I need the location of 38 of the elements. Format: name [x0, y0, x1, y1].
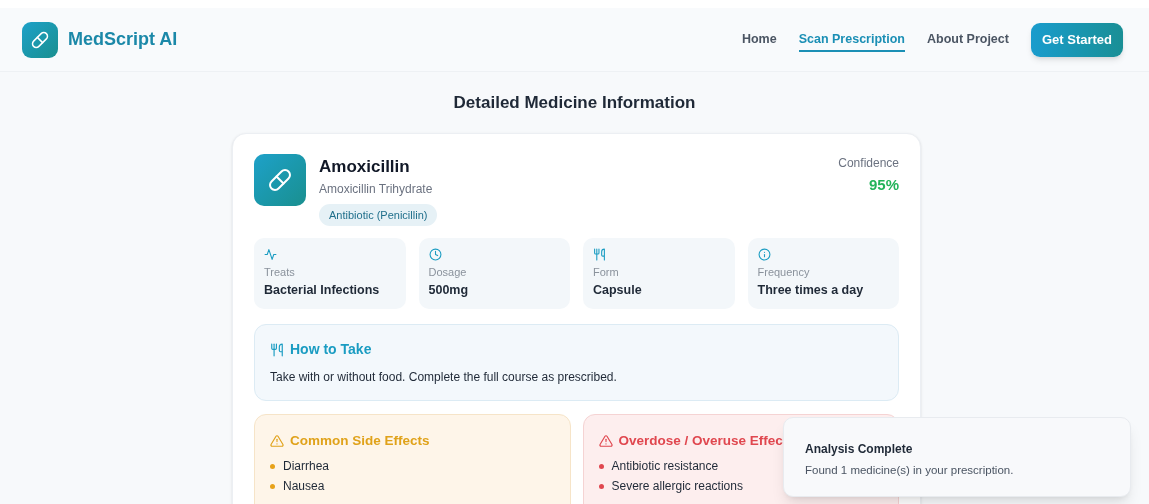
- nav-link[interactable]: Home: [741, 30, 777, 49]
- toast-title: Analysis Complete: [805, 441, 914, 458]
- nav-link[interactable]: Scan Prescription: [798, 30, 905, 52]
- get-started-button[interactable]: Get Started: [1030, 22, 1123, 57]
- panel-title: Common Side Effects: [290, 432, 430, 450]
- stat-label: Form: [593, 265, 619, 280]
- list-item: Nausea: [283, 478, 325, 496]
- stat-value: Three times a day: [757, 281, 864, 299]
- list-item: Antibiotic resistance: [611, 458, 719, 476]
- stat-label: Treats: [264, 265, 295, 280]
- panel-title: Overdose / Overuse Effec: [618, 432, 783, 450]
- brand-name[interactable]: MedScript AI: [68, 26, 178, 53]
- info-icon: [757, 248, 771, 261]
- generic-name: Amoxicillin Trihydrate: [319, 180, 433, 198]
- confidence-label: Confidence: [838, 154, 899, 172]
- stat-label: Frequency: [757, 265, 810, 280]
- stat-label: Dosage: [428, 265, 467, 280]
- category-tag: Antibiotic (Penicillin): [319, 203, 438, 226]
- nav-link[interactable]: About Project: [926, 30, 1009, 49]
- warning-icon: [598, 434, 613, 449]
- stat-value: Capsule: [593, 281, 642, 299]
- medicine-name: Amoxicillin: [319, 155, 410, 178]
- pulse-icon: [264, 248, 277, 261]
- stat-value: Bacterial Infections: [264, 281, 380, 299]
- stat-value: 500mg: [428, 281, 469, 299]
- how-to-take-text: Take with or without food. Complete the full course as prescribed.: [270, 369, 618, 386]
- confidence-value: 95%: [868, 174, 899, 195]
- toast-message: Found 1 medicine(s) in your prescription.: [805, 463, 1015, 478]
- clock-icon: [428, 248, 442, 261]
- how-to-take-title: How to Take: [290, 340, 372, 359]
- list-item: Diarrhea: [283, 458, 330, 476]
- section-heading: Detailed Medicine Information: [452, 92, 697, 114]
- list-item: Severe allergic reactions: [611, 478, 743, 496]
- logo-icon: [22, 21, 58, 58]
- warning-icon: [270, 434, 284, 449]
- fork-knife-icon: [593, 248, 606, 261]
- fork-knife-icon: [270, 342, 284, 357]
- pill-icon: [254, 153, 306, 206]
